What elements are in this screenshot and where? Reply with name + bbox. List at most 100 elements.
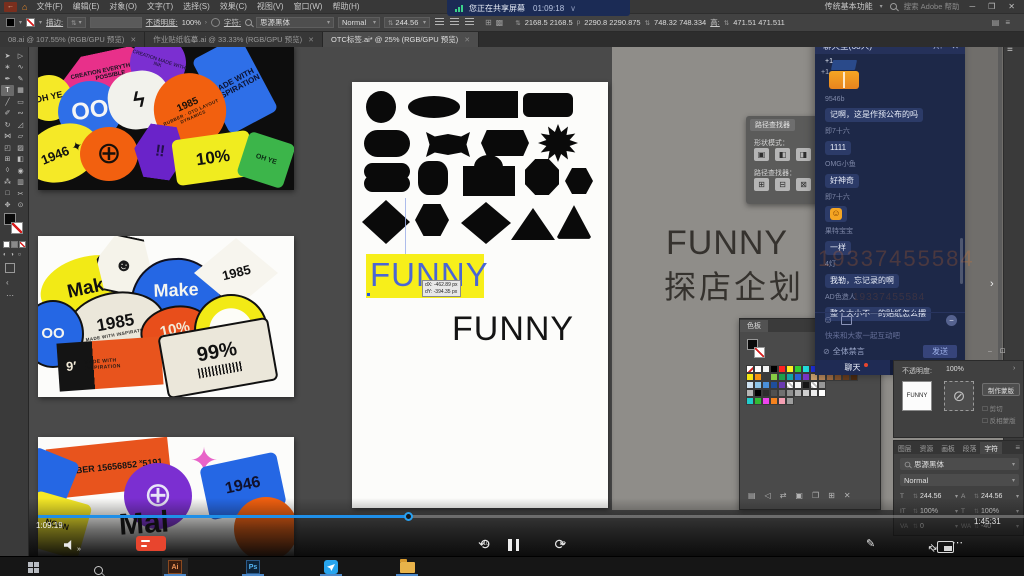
swatch-0-7[interactable] xyxy=(802,365,810,373)
swatch-1-1[interactable] xyxy=(754,373,762,381)
taskbar-photoshop[interactable]: Ps xyxy=(240,558,266,576)
swatch-4-1[interactable] xyxy=(754,397,762,405)
annotate-pencil-icon[interactable]: ✎ xyxy=(866,537,875,550)
x-position-value[interactable]: 2168.5 2168.5 xyxy=(525,18,573,27)
object-thumbnail[interactable]: FUNNY xyxy=(902,381,932,411)
swatch-2-4[interactable] xyxy=(778,381,786,389)
more-controls-icon[interactable]: ⋯ xyxy=(952,536,963,549)
swatch-3-5[interactable] xyxy=(786,389,794,397)
tool-magic-wand[interactable]: ∗ xyxy=(1,62,14,74)
shape-mode-icon-0[interactable]: ▣ xyxy=(754,148,769,161)
tool-slice[interactable]: ✂ xyxy=(14,188,27,200)
font-style-field[interactable]: Normal▾ xyxy=(338,17,380,28)
tool-pen[interactable]: ✒ xyxy=(1,73,14,85)
panel-tab-1[interactable]: 资源 xyxy=(916,442,938,454)
swatch-2-6[interactable] xyxy=(794,381,802,389)
recolor-artwork-icon[interactable] xyxy=(211,18,220,27)
swatch-1-3[interactable] xyxy=(770,373,778,381)
search-hint[interactable]: 搜索 Adobe 帮助 xyxy=(904,1,960,12)
variable-width-field[interactable] xyxy=(90,17,142,28)
tool-perspective-grid[interactable]: ▨ xyxy=(14,142,27,154)
tool-paintbrush[interactable]: ✐ xyxy=(1,108,14,120)
tool-line-segment[interactable]: ╱ xyxy=(1,96,14,108)
grid-options-icon[interactable]: ▩ xyxy=(496,18,504,27)
taskbar-illustrator[interactable]: Ai xyxy=(162,558,188,576)
snap-options-icon[interactable]: ⊞ xyxy=(485,18,492,27)
tool-gradient[interactable]: ◧ xyxy=(14,154,27,166)
clip-checkbox[interactable]: ☐ 剪切 xyxy=(982,403,1003,413)
swatch-1-0[interactable] xyxy=(746,373,754,381)
exit-fullscreen-icon[interactable]: ⇄ xyxy=(928,538,936,556)
swatch-0-6[interactable] xyxy=(794,365,802,373)
width-value[interactable]: 748.32 748.334 xyxy=(654,18,706,27)
expand-chevron-icon[interactable]: › xyxy=(990,278,994,290)
restore-button[interactable]: ❐ xyxy=(985,2,998,11)
swatch-1-6[interactable] xyxy=(794,373,802,381)
pathfinder-icon-0[interactable]: ⊞ xyxy=(754,178,769,191)
tool-area-type[interactable]: ▦ xyxy=(14,85,27,97)
swatch-4-0[interactable] xyxy=(746,397,754,405)
align-center-icon[interactable] xyxy=(450,18,459,27)
workspace-switcher[interactable]: 传统基本功能 xyxy=(825,1,873,12)
swatch-3-7[interactable] xyxy=(802,389,810,397)
font-family-field[interactable]: 思源黑体▾ xyxy=(256,17,334,28)
panel-menu-icon[interactable]: ≡ xyxy=(1015,443,1020,452)
swatch-2-5[interactable] xyxy=(786,381,794,389)
chat-input-hint[interactable]: 快来和大家一起互动吧 xyxy=(825,330,900,341)
tool-scale[interactable]: ◿ xyxy=(14,119,27,131)
tool-symbol-sprayer[interactable]: ⁂ xyxy=(1,177,14,189)
send-button[interactable]: 发送 xyxy=(923,345,957,358)
pathfinder-tab[interactable]: 路径查找器 xyxy=(750,119,795,131)
menu-item-7[interactable]: 窗口(W) xyxy=(289,1,328,12)
swatch-0-3[interactable] xyxy=(770,365,778,373)
close-button[interactable]: ✕ xyxy=(1005,2,1018,11)
document-tab-2[interactable]: OTC标签.ai* @ 25% (RGB/GPU 预览)✕ xyxy=(323,32,479,47)
swatch-1-5[interactable] xyxy=(786,373,794,381)
canvas-title-funny[interactable]: FUNNY xyxy=(666,224,788,263)
swatch-0-0[interactable] xyxy=(746,365,754,373)
members-strip[interactable] xyxy=(963,38,1003,368)
search-icon[interactable] xyxy=(890,3,897,10)
swatch-4-2[interactable] xyxy=(762,397,770,405)
emoji-picker-icon[interactable]: ☺ xyxy=(823,315,833,326)
tab-chat[interactable]: 聊天 xyxy=(815,360,890,375)
swatches-tab[interactable]: 色板 xyxy=(740,320,768,332)
tool-direct-selection[interactable]: ▷ xyxy=(14,50,27,62)
swatch-2-8[interactable] xyxy=(810,381,818,389)
danmaku-toggle-icon[interactable] xyxy=(136,536,166,551)
progress-thumb[interactable] xyxy=(404,512,413,521)
menu-item-2[interactable]: 对象(O) xyxy=(104,1,142,12)
screen-mode-icon[interactable] xyxy=(5,263,15,273)
swatch-0-5[interactable] xyxy=(786,365,794,373)
text-funny-black[interactable]: FUNNY xyxy=(452,310,574,349)
tool-artboard[interactable]: □ xyxy=(1,188,14,200)
opacity-label[interactable]: 不透明度: xyxy=(146,17,178,28)
mute-status-icon[interactable]: − xyxy=(946,315,957,326)
swatch-4-3[interactable] xyxy=(770,397,778,405)
panel-tab-0[interactable]: 图层 xyxy=(894,442,916,454)
taskbar-chat-app[interactable] xyxy=(318,558,344,576)
swatch-4-4[interactable] xyxy=(778,397,786,405)
panel-tab-4[interactable]: 字符 xyxy=(980,442,1002,454)
tool-curvature[interactable]: ✎ xyxy=(14,73,27,85)
tool-type[interactable]: T xyxy=(1,85,14,97)
font-style-input[interactable]: Normal▾ xyxy=(900,474,1019,486)
tool-shaper[interactable]: ∾ xyxy=(14,108,27,120)
volume-button[interactable]: » xyxy=(64,538,81,556)
start-button[interactable] xyxy=(28,562,39,573)
transparency-opacity-value[interactable]: 100% xyxy=(946,366,964,373)
toolbar-color-shortcuts[interactable] xyxy=(3,241,26,248)
swatch-3-6[interactable] xyxy=(794,389,802,397)
drawing-modes-icons[interactable]: ◐ ◑ ○ xyxy=(3,252,22,258)
tool-selection[interactable]: ➤ xyxy=(1,50,14,62)
swatches-stroke-chip[interactable] xyxy=(754,347,765,358)
mute-all-label[interactable]: 全体禁言 xyxy=(833,346,865,357)
tool-lasso[interactable]: ∿ xyxy=(14,62,27,74)
tool-width[interactable]: ⋈ xyxy=(1,131,14,143)
opacity-value[interactable]: 100% xyxy=(182,18,201,27)
artboard-dark-stickers[interactable]: CREATION EVERYTHING IS POSSIBLECREATION … xyxy=(38,45,294,190)
image-upload-icon[interactable] xyxy=(841,316,852,325)
font-search-icon[interactable] xyxy=(245,19,252,26)
make-mask-button[interactable]: 制作蒙版 xyxy=(982,383,1020,396)
tool-mesh[interactable]: ⊞ xyxy=(1,154,14,166)
